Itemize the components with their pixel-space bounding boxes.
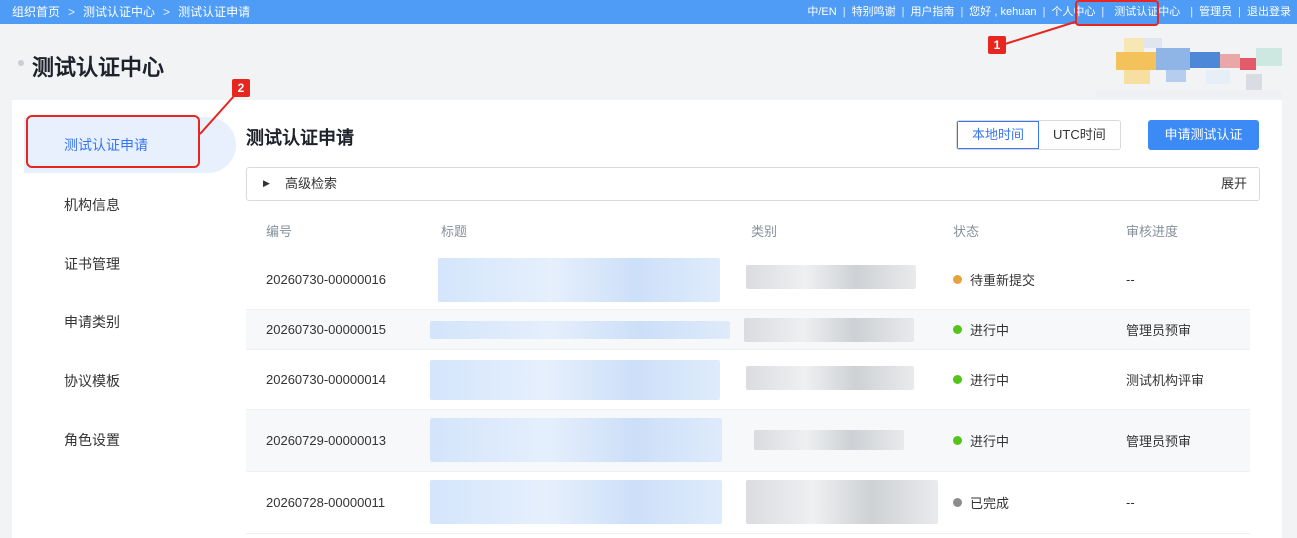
breadcrumb-item-test-center[interactable]: 测试认证中心 <box>83 0 155 24</box>
annotation-badge-1: 1 <box>988 36 1006 54</box>
user-guide-link[interactable]: 用户指南 <box>910 0 954 24</box>
table-row[interactable]: 20260728-00000011 已完成 -- <box>246 472 1250 534</box>
local-time-button[interactable]: 本地时间 <box>957 121 1040 149</box>
table-row[interactable]: 20260729-00000013 进行中 管理员预审 <box>246 410 1250 472</box>
sidebar-item-org-info[interactable]: 机构信息 <box>24 177 236 233</box>
redacted-title <box>430 418 722 462</box>
status-text: 待重新提交 <box>970 272 1036 288</box>
row-progress: 管理员预审 <box>1126 323 1192 338</box>
nav-separator: | <box>1190 6 1194 18</box>
header-number: 编号 <box>266 223 293 239</box>
status-text: 进行中 <box>970 323 1010 338</box>
table-row[interactable]: 20260730-00000016 待重新提交 -- <box>246 249 1250 310</box>
admin-link[interactable]: 管理员 <box>1199 0 1232 24</box>
row-number: 20260730-00000015 <box>266 322 387 337</box>
thanks-link[interactable]: 特别鸣谢 <box>852 0 896 24</box>
section-title: 测试认证申请 <box>246 128 354 148</box>
redacted-category <box>746 480 938 524</box>
row-status: 进行中 <box>953 410 1009 471</box>
row-progress: -- <box>1126 271 1135 287</box>
nav-separator: | <box>1238 6 1241 18</box>
redacted-title <box>430 321 730 339</box>
breadcrumb-separator: > <box>163 5 171 19</box>
row-status: 进行中 <box>953 310 1009 349</box>
row-status: 已完成 <box>953 472 1009 533</box>
row-number: 20260730-00000014 <box>266 372 387 387</box>
top-nav: 中/EN | 特别鸣谢 | 用户指南 | 您好 , kehuan | 个人中心 … <box>807 0 1291 24</box>
breadcrumb-item-current: 测试认证申请 <box>178 5 251 19</box>
status-dot-icon <box>953 498 962 507</box>
status-dot-icon <box>953 274 962 284</box>
row-number: 20260728-00000011 <box>266 495 386 510</box>
sidebar-item-agreement-template[interactable]: 协议模板 <box>24 353 236 409</box>
header-progress: 审核进度 <box>1126 223 1179 239</box>
header-category: 类别 <box>751 223 778 239</box>
logout-link[interactable]: 退出登录 <box>1247 0 1291 24</box>
title-dot-icon <box>18 60 24 66</box>
redacted-title <box>430 360 720 400</box>
sidebar-item-role-settings[interactable]: 角色设置 <box>24 412 236 468</box>
expand-button[interactable]: 展开 <box>1221 168 1247 200</box>
row-number: 20260729-00000013 <box>266 433 387 448</box>
redacted-category <box>746 265 916 289</box>
row-progress: 管理员预审 <box>1126 434 1192 449</box>
redacted-title <box>438 258 720 302</box>
redacted-category <box>744 318 914 342</box>
breadcrumb-separator: > <box>68 5 76 19</box>
status-text: 进行中 <box>970 373 1010 388</box>
nav-separator: | <box>1042 6 1046 18</box>
advanced-search-bar[interactable]: ▶ 高级检索 展开 <box>246 167 1260 201</box>
table-header: 编号 标题 类别 状态 审核进度 <box>246 211 1250 249</box>
breadcrumb: 组织首页 > 测试认证中心 > 测试认证申请 <box>12 0 250 24</box>
org-logo-image <box>1096 38 1282 98</box>
status-dot-icon <box>953 375 962 384</box>
header-status: 状态 <box>953 223 980 239</box>
table-row[interactable]: 20260730-00000014 进行中 测试机构评审 <box>246 350 1250 410</box>
user-greeting: 您好 , kehuan <box>969 6 1037 18</box>
redacted-category <box>754 430 904 450</box>
nav-separator: | <box>960 6 964 18</box>
nav-separator: | <box>901 6 905 18</box>
caret-right-icon: ▶ <box>263 178 270 188</box>
redacted-title <box>430 480 722 524</box>
row-status: 待重新提交 <box>953 249 1035 309</box>
row-status: 进行中 <box>953 350 1009 409</box>
status-text: 进行中 <box>970 434 1010 449</box>
status-dot-icon <box>953 436 962 445</box>
status-dot-icon <box>953 325 962 334</box>
status-text: 已完成 <box>970 496 1010 511</box>
annotation-box-2 <box>26 115 200 168</box>
breadcrumb-item-org-home[interactable]: 组织首页 <box>12 0 60 24</box>
nav-separator: | <box>842 6 846 18</box>
timezone-toggle: 本地时间 UTC时间 <box>956 120 1121 150</box>
table-row[interactable]: 20260730-00000015 进行中 管理员预审 <box>246 310 1250 350</box>
header-title: 标题 <box>441 223 468 239</box>
row-progress: -- <box>1126 495 1135 510</box>
annotation-badge-2: 2 <box>232 79 250 97</box>
advanced-search-label: 高级检索 <box>285 176 338 191</box>
annotation-box-1 <box>1075 0 1159 26</box>
application-table: 编号 标题 类别 状态 审核进度 20260730-00000016 待重新提交… <box>246 211 1250 534</box>
row-number: 20260730-00000016 <box>266 271 387 287</box>
utc-time-button[interactable]: UTC时间 <box>1039 121 1120 149</box>
page-title: 测试认证中心 <box>32 55 165 80</box>
sidebar-item-apply-category[interactable]: 申请类别 <box>24 294 236 350</box>
redacted-category <box>746 366 914 390</box>
sidebar-item-cert-management[interactable]: 证书管理 <box>24 236 236 292</box>
apply-test-cert-button[interactable]: 申请测试认证 <box>1148 120 1259 150</box>
language-switch[interactable]: 中/EN <box>807 0 836 24</box>
row-progress: 测试机构评审 <box>1126 373 1205 388</box>
